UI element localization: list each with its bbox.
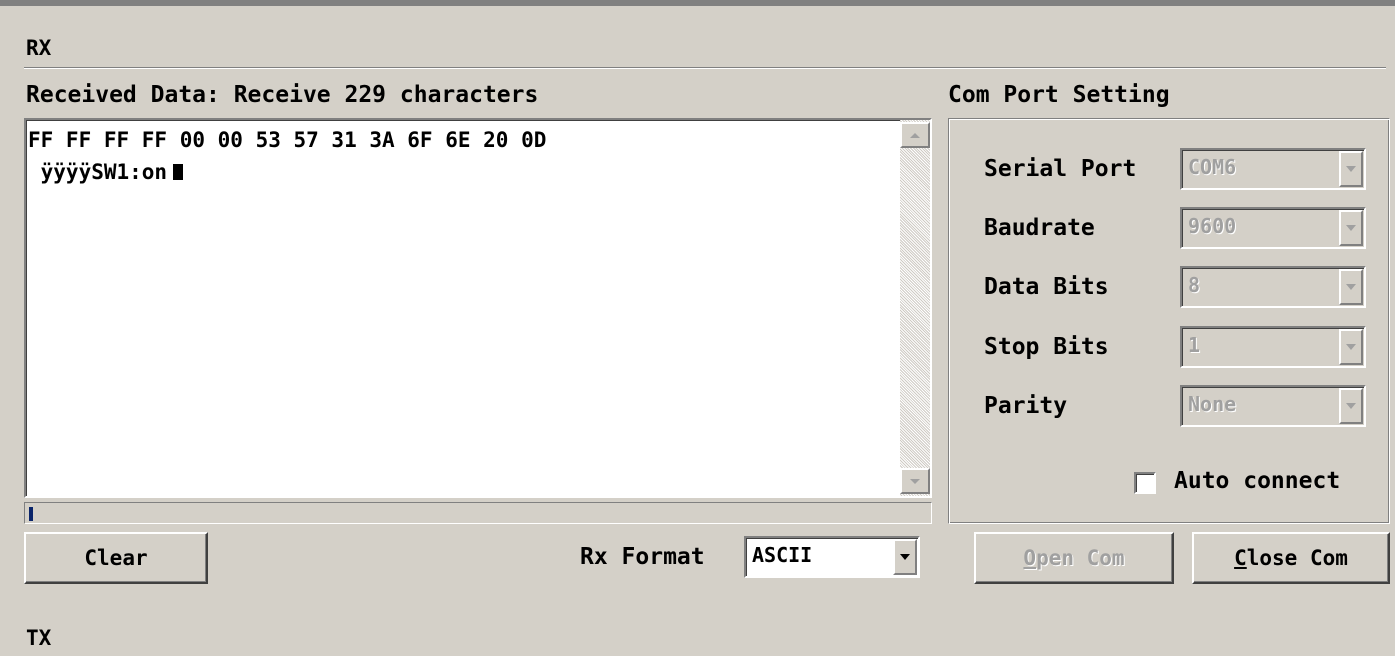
data-bits-label: Data Bits (984, 274, 1109, 300)
close-com-button[interactable]: Close Com (1192, 532, 1390, 584)
chevron-down-icon (900, 554, 910, 560)
rx-format-label: Rx Format (580, 544, 705, 570)
clear-button[interactable]: Clear (24, 532, 208, 584)
receive-progress-fill (29, 507, 33, 521)
rx-separator (24, 67, 1386, 69)
parity-value: None (1188, 392, 1237, 416)
scroll-up-button[interactable] (900, 122, 930, 148)
scroll-down-button[interactable] (900, 468, 930, 494)
close-com-label: lose Com (1246, 546, 1348, 570)
auto-connect-label[interactable]: Auto connect (1174, 468, 1340, 494)
scroll-up-arrow-icon (910, 132, 920, 138)
tx-section-title: TX (26, 626, 52, 650)
stop-bits-dropdown-button[interactable] (1339, 329, 1363, 365)
open-com-button[interactable]: Open Com (974, 532, 1174, 584)
vertical-scrollbar[interactable] (900, 120, 930, 496)
data-bits-value: 8 (1188, 273, 1201, 297)
open-com-label: pen Com (1036, 546, 1125, 570)
data-bits-select[interactable]: 8 (1180, 266, 1366, 308)
serial-port-value: COM6 (1188, 155, 1237, 179)
received-data-textarea[interactable]: FF FF FF FF 00 00 53 57 31 3A 6F 6E 20 0… (24, 118, 932, 498)
parity-dropdown-button[interactable] (1339, 388, 1363, 424)
rx-format-select[interactable]: ASCII (744, 536, 920, 578)
parity-label: Parity (984, 393, 1068, 419)
chevron-down-icon (1346, 166, 1356, 172)
serial-port-select[interactable]: COM6 (1180, 148, 1366, 190)
baudrate-value: 9600 (1188, 214, 1237, 238)
scroll-down-arrow-icon (910, 478, 920, 484)
stop-bits-select[interactable]: 1 (1180, 326, 1366, 368)
parity-select[interactable]: None (1180, 385, 1366, 427)
receive-progress-bar (24, 502, 932, 524)
close-com-accel: C (1234, 546, 1247, 570)
chevron-down-icon (1346, 403, 1356, 409)
received-data-content: FF FF FF FF 00 00 53 57 31 3A 6F 6E 20 0… (28, 124, 546, 188)
rx-format-dropdown-button[interactable] (893, 539, 917, 575)
hex-line: FF FF FF FF 00 00 53 57 31 3A 6F 6E 20 0… (28, 128, 547, 152)
rx-section-title: RX (26, 36, 52, 60)
data-bits-dropdown-button[interactable] (1339, 269, 1363, 305)
baudrate-label: Baudrate (984, 215, 1095, 241)
ascii-line-wrap: ÿÿÿÿSW1:on (28, 156, 546, 188)
chevron-down-icon (1346, 344, 1356, 350)
text-cursor (173, 164, 184, 180)
serial-port-label: Serial Port (984, 156, 1137, 182)
auto-connect-checkbox[interactable] (1134, 472, 1156, 494)
open-com-accel: O (1023, 546, 1037, 570)
ascii-line: ÿÿÿÿSW1:on (28, 160, 168, 184)
received-data-label: Received Data: Receive 229 characters (26, 82, 539, 108)
stop-bits-value: 1 (1188, 333, 1201, 357)
rx-format-value: ASCII (752, 543, 813, 567)
stop-bits-label: Stop Bits (984, 334, 1109, 360)
baudrate-select[interactable]: 9600 (1180, 207, 1366, 249)
baudrate-dropdown-button[interactable] (1339, 210, 1363, 246)
chevron-down-icon (1346, 225, 1356, 231)
chevron-down-icon (1346, 284, 1356, 290)
serial-port-dropdown-button[interactable] (1339, 151, 1363, 187)
com-port-setting-title: Com Port Setting (948, 82, 1170, 108)
window-top-border (0, 0, 1395, 6)
